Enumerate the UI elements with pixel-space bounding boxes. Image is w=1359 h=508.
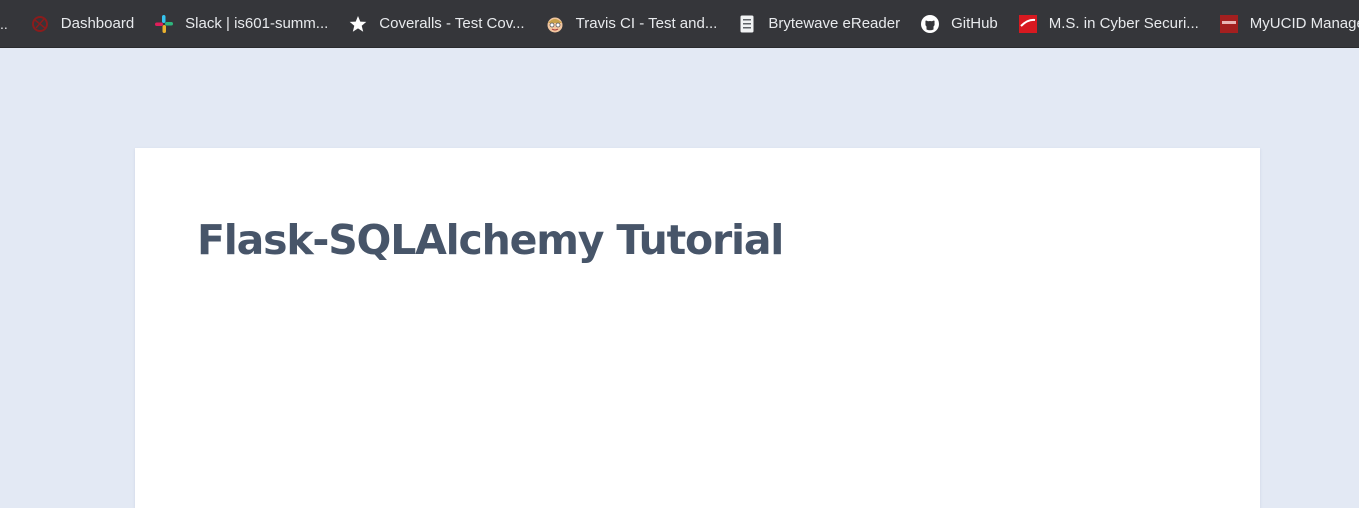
bookmark-myucid[interactable]: MyUCID Managem... [1211,8,1359,40]
bookmark-label: M.S. in Cyber Securi... [1048,15,1199,32]
bookmark-label: Slack | is601-summ... [185,15,329,32]
document-icon [737,14,757,34]
dashboard-logo-icon [30,14,50,34]
bookmark-label: Dashboard [60,15,135,32]
page-content: Flask-SQLAlchemy Tutorial [0,48,1359,508]
njit-logo-icon [1219,14,1239,34]
bookmarks-overflow-indicator[interactable]: .. [0,16,8,32]
red-flag-icon [1018,14,1038,34]
bookmark-slack[interactable]: Slack | is601-summ... [146,8,336,40]
bookmark-label: MyUCID Managem... [1249,15,1359,32]
bookmark-label: Coveralls - Test Cov... [379,15,525,32]
bookmark-ms-cyber-security[interactable]: M.S. in Cyber Securi... [1010,8,1207,40]
bookmark-label: Travis CI - Test and... [575,15,718,32]
bookmark-travis-ci[interactable]: Travis CI - Test and... [537,8,726,40]
page-title: Flask-SQLAlchemy Tutorial [197,216,784,264]
travis-mascot-icon [545,14,565,34]
content-card: Flask-SQLAlchemy Tutorial [135,148,1260,508]
bookmark-label: Brytewave eReader [768,15,901,32]
bookmark-coveralls[interactable]: Coveralls - Test Cov... [340,8,532,40]
bookmarks-bar: .. Dashboard Slack | is601-summ... Cover… [0,0,1359,48]
bookmark-brytewave[interactable]: Brytewave eReader [729,8,908,40]
slack-icon [154,14,174,34]
star-icon [348,14,368,34]
bookmark-github[interactable]: GitHub [912,8,1006,40]
github-icon [920,14,940,34]
bookmark-label: GitHub [951,15,998,32]
bookmark-dashboard[interactable]: Dashboard [22,8,142,40]
